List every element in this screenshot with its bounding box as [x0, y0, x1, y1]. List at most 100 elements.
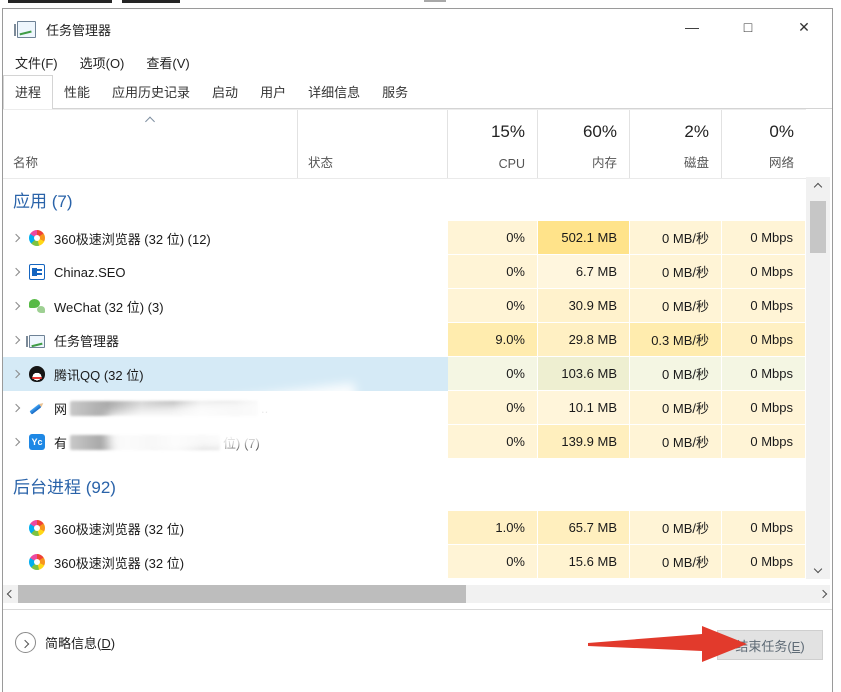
scroll-down-icon[interactable] — [806, 559, 830, 579]
process-name: 任务管理器 — [54, 331, 119, 350]
fewer-details-toggle[interactable]: 简略信息(D) — [15, 632, 115, 653]
status-bar: 简略信息(D) 结束任务(E) — [3, 610, 832, 670]
table-row[interactable]: 360极速浏览器 (32 位)1.0%65.7 MB0 MB/秒0 Mbps — [3, 511, 806, 545]
expand-chevron-icon[interactable] — [3, 371, 29, 377]
disk-cell: 0 MB/秒 — [630, 545, 722, 579]
column-header-disk[interactable]: 2% 磁盘 — [630, 110, 722, 178]
process-name: 有 — [54, 433, 67, 452]
name-cell: 360极速浏览器 (32 位) (12) — [3, 221, 298, 255]
maximize-button[interactable]: □ — [720, 9, 776, 45]
table-row[interactable]: 腾讯QQ (32 位)0%103.6 MB0 MB/秒0 Mbps — [3, 357, 806, 391]
360-icon — [29, 554, 45, 570]
memory-cell — [538, 485, 630, 486]
menu-options[interactable]: 选项(O) — [70, 50, 135, 75]
group-label: 应用 (7) — [3, 187, 73, 212]
task-manager-window: 任务管理器 — □ ✕ 文件(F) 选项(O) 查看(V) 进程 性能 应用历史… — [2, 8, 833, 692]
tab-details[interactable]: 详细信息 — [297, 76, 371, 108]
scroll-left-icon[interactable] — [3, 585, 18, 603]
pencil-icon — [26, 397, 48, 419]
menu-bar: 文件(F) 选项(O) 查看(V) — [3, 49, 832, 75]
table-row[interactable]: 360极速浏览器 (32 位) (12)0%502.1 MB0 MB/秒0 Mb… — [3, 221, 806, 255]
tab-app-history[interactable]: 应用历史记录 — [101, 76, 201, 108]
table-row[interactable]: WeChat (32 位) (3)0%30.9 MB0 MB/秒0 Mbps — [3, 289, 806, 323]
tab-users[interactable]: 用户 — [249, 76, 297, 108]
name-cell: 后台进程 (92) — [3, 473, 298, 498]
process-name: 网 — [54, 399, 67, 418]
name-cell: WeChat (32 位) (3) — [3, 289, 298, 323]
tab-startup[interactable]: 启动 — [201, 76, 249, 108]
name-cell: 360极速浏览器 (32 位) — [3, 511, 298, 545]
memory-cell: 502.1 MB — [538, 221, 630, 255]
column-header-cpu[interactable]: 15% CPU — [448, 110, 538, 178]
disk-cell: 0 MB/秒 — [630, 357, 722, 391]
network-cell: 0 Mbps — [722, 545, 806, 579]
status-cell — [298, 545, 448, 579]
group-label: 后台进程 (92) — [3, 473, 116, 498]
expand-chevron-icon[interactable] — [3, 235, 29, 241]
cpu-cell: 0% — [448, 357, 538, 391]
horizontal-scrollbar[interactable] — [3, 585, 830, 603]
menu-view[interactable]: 查看(V) — [136, 50, 199, 75]
window-title: 任务管理器 — [46, 20, 111, 39]
horizontal-scrollbar-thumb[interactable] — [18, 585, 466, 603]
network-cell: 0 Mbps — [722, 357, 806, 391]
menu-file[interactable]: 文件(F) — [5, 50, 68, 75]
tab-performance[interactable]: 性能 — [53, 76, 101, 108]
disk-cell: 0 MB/秒 — [630, 255, 722, 289]
expand-chevron-icon[interactable] — [3, 269, 29, 275]
network-cell: 0 Mbps — [722, 255, 806, 289]
table-row[interactable]: 任务管理器9.0%29.8 MB0.3 MB/秒0 Mbps — [3, 323, 806, 357]
disk-cell: 0.3 MB/秒 — [630, 323, 722, 357]
memory-cell: 139.9 MB — [538, 425, 630, 459]
memory-cell — [538, 199, 630, 200]
close-button[interactable]: ✕ — [776, 9, 832, 45]
expand-chevron-icon[interactable] — [3, 303, 29, 309]
expand-chevron-icon[interactable] — [3, 439, 29, 445]
memory-cell: 15.6 MB — [538, 545, 630, 579]
process-name: 腾讯QQ (32 位) — [54, 365, 144, 384]
cpu-cell — [448, 485, 538, 486]
vertical-scrollbar[interactable] — [806, 177, 830, 579]
group-row[interactable]: 后台进程 (92) — [3, 459, 806, 511]
status-cell — [298, 221, 448, 255]
youdao-icon: Yc — [29, 434, 45, 450]
disk-cell: 0 MB/秒 — [630, 425, 722, 459]
column-header-status[interactable]: 状态 — [298, 110, 448, 178]
cpu-cell — [448, 199, 538, 200]
scroll-right-icon[interactable] — [815, 585, 830, 603]
tab-processes[interactable]: 进程 — [3, 75, 53, 109]
group-row[interactable]: 应用 (7) — [3, 177, 806, 221]
minimize-button[interactable]: — — [664, 9, 720, 45]
scroll-up-icon[interactable] — [806, 177, 830, 197]
name-cell: 任务管理器 — [3, 323, 298, 357]
wechat-icon — [29, 298, 45, 314]
column-header-network[interactable]: 0% 网络 — [722, 110, 806, 178]
cpu-cell: 0% — [448, 221, 538, 255]
table-row[interactable]: Chinaz.SEO0%6.7 MB0 MB/秒0 Mbps — [3, 255, 806, 289]
end-task-button[interactable]: 结束任务(E) — [717, 630, 823, 660]
cpu-cell: 1.0% — [448, 511, 538, 545]
status-cell — [298, 289, 448, 323]
process-name: 360极速浏览器 (32 位) — [54, 519, 184, 538]
name-cell: 360极速浏览器 (32 位) — [3, 545, 298, 579]
cpu-cell: 0% — [448, 545, 538, 579]
caption-buttons: — □ ✕ — [664, 9, 832, 49]
360-icon — [29, 230, 45, 246]
disk-cell: 0 MB/秒 — [630, 391, 722, 425]
table-row[interactable]: 360极速浏览器 (32 位) 0%15.6 MB0 MB/秒0 Mbps — [3, 545, 806, 579]
vertical-scrollbar-thumb[interactable] — [810, 201, 826, 253]
tab-services[interactable]: 服务 — [371, 76, 419, 108]
disk-cell — [630, 485, 722, 486]
disk-cell: 0 MB/秒 — [630, 289, 722, 323]
task-manager-app-icon — [17, 21, 36, 38]
process-name: 360极速浏览器 (32 位) (12) — [54, 229, 211, 248]
background-window-fragment — [8, 0, 112, 3]
disk-cell: 0 MB/秒 — [630, 511, 722, 545]
column-header-name[interactable]: 名称 — [3, 110, 298, 178]
network-cell — [722, 485, 806, 486]
cpu-cell: 0% — [448, 425, 538, 459]
column-header-memory[interactable]: 60% 内存 — [538, 110, 630, 178]
memory-cell: 10.1 MB — [538, 391, 630, 425]
sort-ascending-icon — [145, 117, 155, 127]
memory-cell: 6.7 MB — [538, 255, 630, 289]
